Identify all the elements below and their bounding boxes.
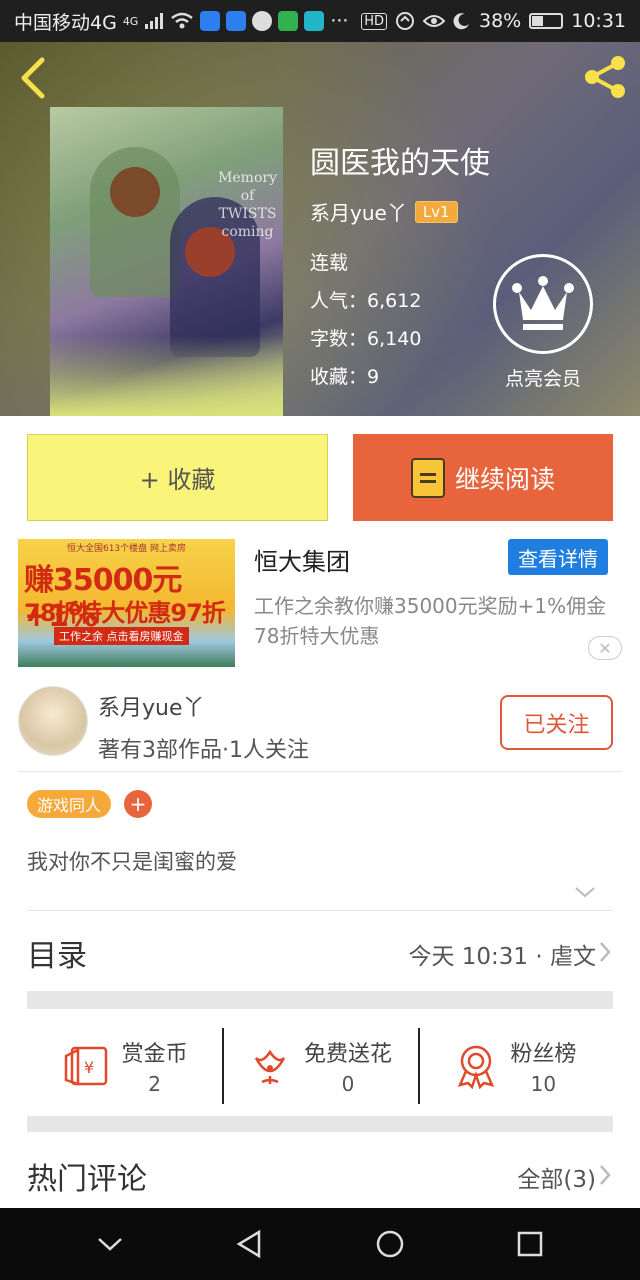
chevron-left-icon	[21, 57, 45, 99]
wifi-icon	[171, 12, 194, 29]
signal-icon	[145, 13, 164, 29]
genre-tag[interactable]: 游戏同人	[27, 790, 112, 818]
free-flowers-stat[interactable]: 免费送花 0	[222, 1016, 417, 1116]
continue-reading-label: 继续阅读	[454, 464, 555, 494]
battery-percent: 38%	[479, 10, 522, 32]
author-profile-name[interactable]: 系月yue丫	[98, 690, 205, 722]
chevron-down-icon	[575, 887, 595, 898]
battery-icon	[529, 13, 564, 29]
status-bar: 中国移动4G 4G ··· HD 38% 10:31	[0, 0, 640, 42]
divider	[18, 771, 622, 772]
recents-square-icon[interactable]	[516, 1230, 544, 1258]
flower-icon	[254, 1049, 286, 1084]
stat-value: 10	[530, 1072, 557, 1096]
ad-title: 恒大集团	[254, 548, 350, 576]
action-bar: + 收藏 继续阅读	[0, 416, 640, 536]
clock: 10:31	[571, 10, 626, 32]
all-comments-link[interactable]: 全部(3)	[517, 1160, 596, 1194]
moon-icon	[453, 13, 469, 30]
home-circle-icon[interactable]	[375, 1229, 405, 1259]
word-count-value: 6,140	[367, 328, 422, 350]
vip-label: 点亮会员	[504, 368, 581, 390]
avatar[interactable]	[18, 686, 88, 756]
svg-text:¥: ¥	[84, 1058, 94, 1077]
crown-icon	[493, 254, 593, 354]
ad-banner[interactable]: 恒大全国613个楼盘 网上卖房 赚35000元+1% 78折特大优惠97折 工作…	[0, 536, 640, 676]
book-icon	[410, 457, 445, 498]
author-row: 系月yue丫 Lv1	[310, 197, 458, 226]
app-notification-icon	[200, 11, 221, 31]
medal-icon	[458, 1045, 495, 1089]
book-cover[interactable]: Memory of TWISTS coming	[50, 107, 283, 416]
section-separator	[27, 1116, 613, 1132]
ad-image[interactable]: 恒大全国613个楼盘 网上卖房 赚35000元+1% 78折特大优惠97折 工作…	[18, 539, 235, 667]
author-name[interactable]: 系月yue丫	[310, 197, 407, 226]
carrier-label: 中国移动4G	[14, 11, 117, 34]
more-notifications: ···	[330, 10, 349, 32]
favorites-value: 9	[367, 366, 380, 388]
expand-intro-button[interactable]	[574, 884, 596, 903]
popularity-value: 6,612	[367, 290, 422, 312]
system-nav-bar	[0, 1208, 640, 1280]
stat-label: 粉丝榜	[510, 1042, 577, 1067]
toc-latest-info[interactable]: 今天 10:31 · 虐文	[408, 937, 596, 971]
video-notification-icon	[304, 11, 325, 31]
chat-notification-icon	[252, 11, 273, 31]
toc-label[interactable]: 目录	[27, 931, 87, 975]
book-header: Memory of TWISTS coming 圆医我的天使 系月yue丫 Lv…	[0, 42, 640, 416]
collect-button[interactable]: + 收藏	[27, 434, 328, 521]
serial-status: 连载	[310, 252, 349, 274]
share-icon	[585, 56, 625, 98]
baidu-notification-icon	[226, 11, 247, 31]
eye-icon	[423, 15, 445, 27]
toc-arrow-icon[interactable]	[598, 940, 612, 968]
favorites-row: 收藏：9	[310, 366, 380, 388]
nfc-icon	[396, 12, 414, 30]
network-sup: 4G	[122, 14, 139, 28]
comments-arrow-icon[interactable]	[598, 1163, 612, 1191]
ad-close-button[interactable]: ✕	[588, 636, 622, 660]
continue-reading-button[interactable]: 继续阅读	[353, 434, 613, 521]
stats-row: ¥ 赏金币 2 免费送花 0 粉丝榜 10	[27, 1016, 613, 1116]
stat-value: 2	[148, 1072, 162, 1096]
popularity-row: 人气：6,612	[310, 290, 422, 312]
details-section: 系月yue丫 著有3部作品·1人关注 已关注 游戏同人 + 我对你不只是闺蜜的爱…	[0, 676, 640, 1212]
fan-rank-stat[interactable]: 粉丝榜 10	[417, 1016, 613, 1116]
stat-value: 0	[341, 1072, 355, 1096]
ad-description: 工作之余教你赚35000元奖励+1%佣金 78折特大优惠	[254, 594, 607, 648]
cover-title-text: Memory of TWISTS coming	[218, 170, 277, 240]
back-triangle-icon[interactable]	[235, 1229, 263, 1259]
hot-comments-label: 热门评论	[27, 1162, 147, 1197]
coin-envelope-icon: ¥	[64, 1046, 107, 1086]
reward-coins-stat[interactable]: ¥ 赏金币 2	[27, 1016, 222, 1116]
back-button[interactable]	[16, 56, 56, 100]
follow-button[interactable]: 已关注	[500, 695, 613, 750]
book-meta: 连载 人气：6,612 字数：6,140 收藏：9	[310, 244, 421, 396]
author-profile-info: 著有3部作品·1人关注	[98, 738, 309, 763]
level-badge: Lv1	[414, 200, 458, 223]
add-tag-button[interactable]: +	[124, 790, 152, 818]
hd-icon: HD	[361, 12, 387, 30]
word-count-row: 字数：6,140	[310, 328, 422, 350]
book-title: 圆医我的天使	[310, 146, 490, 181]
finance-notification-icon	[278, 11, 299, 31]
stat-label: 赏金币	[121, 1042, 188, 1067]
section-separator	[27, 991, 613, 1009]
ad-detail-button[interactable]: 查看详情	[508, 539, 608, 575]
share-button[interactable]	[582, 54, 628, 100]
stat-label: 免费送花	[303, 1042, 392, 1067]
book-intro: 我对你不只是闺蜜的爱	[27, 850, 237, 874]
divider	[27, 910, 613, 911]
hide-nav-icon[interactable]	[96, 1236, 124, 1252]
vip-button[interactable]: 点亮会员	[493, 254, 593, 391]
